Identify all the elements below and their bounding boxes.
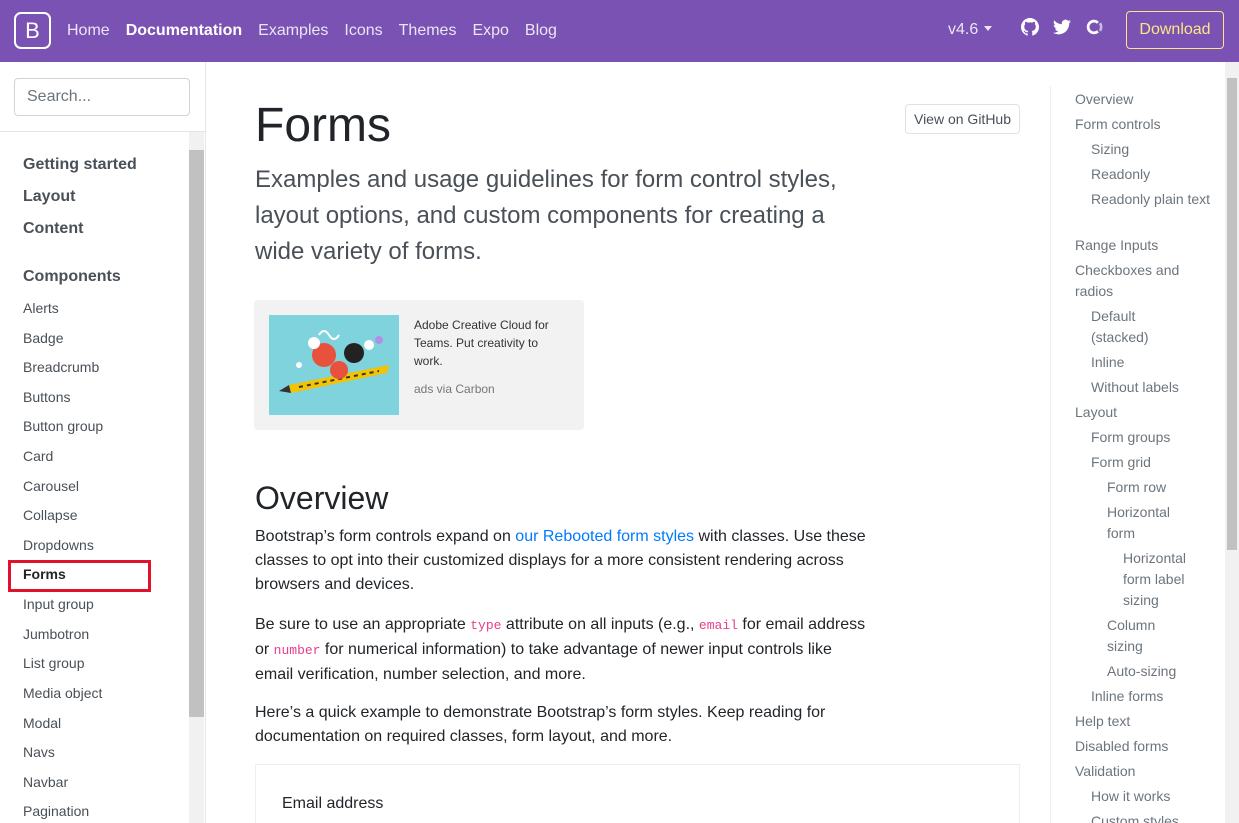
- page-title: Forms: [255, 99, 391, 152]
- overview-paragraph-2: Be sure to use an appropriate type attri…: [255, 613, 870, 687]
- version-label: v4.6: [948, 21, 979, 38]
- ad-via-carbon[interactable]: ads via Carbon: [414, 382, 495, 396]
- toc-horizontal-form[interactable]: Horizontal form: [1107, 502, 1187, 544]
- bootstrap-logo[interactable]: B: [14, 12, 51, 49]
- table-of-contents: Overview Form controls Sizing Readonly R…: [1050, 86, 1225, 823]
- github-icon[interactable]: [1021, 18, 1039, 36]
- nav-documentation[interactable]: Documentation: [126, 22, 242, 40]
- toc-checkboxes-and-radios[interactable]: Checkboxes and radios: [1075, 260, 1200, 302]
- toc-sizing[interactable]: Sizing: [1091, 139, 1129, 160]
- carbon-ad[interactable]: Adobe Creative Cloud for Teams. Put crea…: [254, 300, 584, 430]
- docs-sidebar: Search... Getting started Layout Content…: [0, 62, 206, 823]
- sidebar-item-navbar[interactable]: Navbar: [23, 774, 68, 790]
- rebooted-form-styles-link[interactable]: our Rebooted form styles: [515, 528, 694, 545]
- download-button[interactable]: Download: [1126, 11, 1224, 49]
- toc-column-sizing[interactable]: Column sizing: [1107, 615, 1177, 657]
- sidebar-section-content[interactable]: Content: [23, 220, 83, 238]
- search-input[interactable]: Search...: [14, 78, 190, 116]
- nav-expo[interactable]: Expo: [472, 22, 508, 40]
- sidebar-item-media-object[interactable]: Media object: [23, 685, 102, 701]
- sidebar-item-carousel[interactable]: Carousel: [23, 478, 79, 494]
- toc-without-labels[interactable]: Without labels: [1091, 377, 1179, 398]
- toc-form-grid[interactable]: Form grid: [1091, 452, 1151, 473]
- code-number: number: [273, 643, 321, 658]
- toc-overview[interactable]: Overview: [1075, 89, 1133, 110]
- overview-paragraph-3: Here’s a quick example to demonstrate Bo…: [255, 704, 826, 745]
- toc-inline[interactable]: Inline: [1091, 352, 1124, 373]
- view-on-github-button[interactable]: View on GitHub: [905, 104, 1020, 134]
- sidebar-item-buttons[interactable]: Buttons: [23, 389, 70, 405]
- sidebar-item-card[interactable]: Card: [23, 448, 53, 464]
- p2-text-2: attribute on all inputs (e.g.,: [501, 616, 699, 633]
- toc-auto-sizing[interactable]: Auto-sizing: [1107, 661, 1176, 682]
- toc-default-stacked[interactable]: Default (stacked): [1091, 306, 1171, 348]
- nav-home[interactable]: Home: [67, 22, 110, 40]
- toc-how-it-works[interactable]: How it works: [1091, 786, 1170, 807]
- toc-form-controls[interactable]: Form controls: [1075, 114, 1161, 135]
- toc-readonly[interactable]: Readonly: [1091, 164, 1150, 185]
- toc-horizontal-form-label-sizing[interactable]: Horizontal form label sizing: [1123, 548, 1198, 611]
- top-navbar: B Home Documentation Examples Icons Them…: [0, 0, 1239, 62]
- forms-highlight-box: [8, 560, 151, 592]
- ad-image[interactable]: [269, 315, 399, 415]
- sidebar-item-badge[interactable]: Badge: [23, 330, 63, 346]
- toc-inline-forms[interactable]: Inline forms: [1091, 686, 1163, 707]
- sidebar-item-modal[interactable]: Modal: [23, 715, 61, 731]
- sidebar-section-getting-started[interactable]: Getting started: [23, 156, 137, 174]
- sidebar-item-input-group[interactable]: Input group: [23, 596, 94, 612]
- nav-blog[interactable]: Blog: [525, 22, 557, 40]
- nav-icons[interactable]: Icons: [344, 22, 382, 40]
- sidebar-item-alerts[interactable]: Alerts: [23, 300, 59, 316]
- toc-range-inputs[interactable]: Range Inputs: [1075, 235, 1158, 256]
- p2-text-1: Be sure to use an appropriate: [255, 616, 471, 633]
- overview-heading: Overview: [255, 480, 389, 516]
- toc-form-groups[interactable]: Form groups: [1091, 427, 1170, 448]
- toc-form-row[interactable]: Form row: [1107, 477, 1166, 498]
- sidebar-scrollbar[interactable]: [189, 150, 204, 717]
- nav-themes[interactable]: Themes: [399, 22, 457, 40]
- version-dropdown[interactable]: v4.6: [948, 21, 993, 39]
- chevron-down-icon: [984, 26, 993, 31]
- toc-layout[interactable]: Layout: [1075, 402, 1117, 423]
- toc-validation[interactable]: Validation: [1075, 761, 1135, 782]
- code-email: email: [698, 618, 738, 633]
- form-example: Email address: [255, 764, 1020, 823]
- sidebar-item-button-group[interactable]: Button group: [23, 418, 103, 434]
- nav-examples[interactable]: Examples: [258, 22, 328, 40]
- ad-illustration-icon: [269, 315, 399, 415]
- page-scrollbar[interactable]: [1227, 78, 1237, 550]
- toc-custom-styles[interactable]: Custom styles: [1091, 811, 1179, 823]
- sidebar-section-components[interactable]: Components: [23, 268, 121, 286]
- lead-text: Examples and usage guidelines for form c…: [255, 166, 837, 265]
- twitter-icon[interactable]: [1053, 18, 1071, 36]
- main-content: Forms View on GitHub Examples and usage …: [206, 62, 1050, 823]
- sidebar-divider: [0, 131, 205, 132]
- nav-links: Home Documentation Examples Icons Themes…: [67, 0, 573, 62]
- sidebar-item-dropdowns[interactable]: Dropdowns: [23, 537, 94, 553]
- email-address-label: Email address: [282, 795, 384, 812]
- p1-text-before: Bootstrap’s form controls expand on: [255, 528, 516, 545]
- toc-disabled-forms[interactable]: Disabled forms: [1075, 736, 1168, 757]
- toc-help-text[interactable]: Help text: [1075, 711, 1130, 732]
- sidebar-item-list-group[interactable]: List group: [23, 655, 84, 671]
- sidebar-item-breadcrumb[interactable]: Breadcrumb: [23, 359, 99, 375]
- overview-paragraph-1: Bootstrap’s form controls expand on our …: [255, 525, 870, 597]
- sidebar-item-jumbotron[interactable]: Jumbotron: [23, 626, 89, 642]
- p2-text-4: for numerical information) to take advan…: [255, 641, 832, 683]
- toc-readonly-plain-text[interactable]: Readonly plain text: [1091, 189, 1211, 210]
- opencollective-icon[interactable]: [1085, 18, 1103, 36]
- sidebar-section-layout[interactable]: Layout: [23, 188, 75, 206]
- ad-text[interactable]: Adobe Creative Cloud for Teams. Put crea…: [414, 316, 569, 370]
- sidebar-item-navs[interactable]: Navs: [23, 744, 55, 760]
- sidebar-item-collapse[interactable]: Collapse: [23, 507, 77, 523]
- code-type: type: [470, 618, 502, 633]
- sidebar-item-pagination[interactable]: Pagination: [23, 803, 89, 819]
